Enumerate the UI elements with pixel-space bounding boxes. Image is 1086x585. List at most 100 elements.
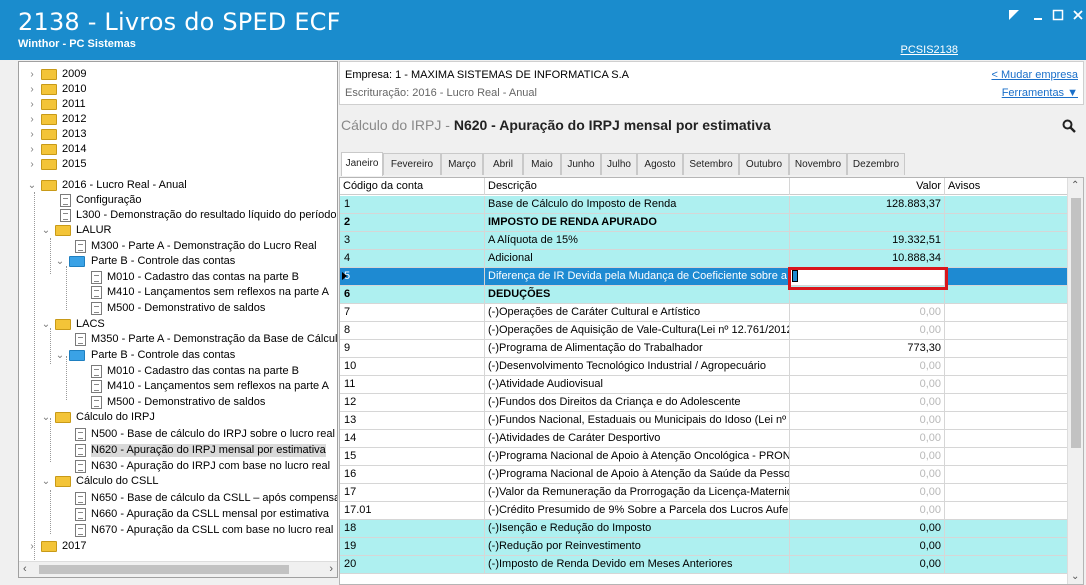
table-row[interactable]: 11 (-)Atividade Audiovisual 0,00 (340, 376, 1068, 394)
chevron-right-icon[interactable]: › (27, 158, 37, 171)
grid-vertical-scrollbar[interactable]: ⌃ ⌄ (1067, 178, 1083, 584)
cell-codigo: 12 (340, 394, 485, 412)
tab-maio[interactable]: Maio (523, 153, 561, 175)
tab-janeiro[interactable]: Janeiro (341, 152, 383, 176)
tree-item-label: 2012 (62, 113, 87, 125)
table-row[interactable]: 17 (-)Valor da Remuneração da Prorrogação… (340, 484, 1068, 502)
cell-valor[interactable]: 10.888,34 (790, 250, 945, 268)
cell-valor[interactable]: 0,00 (790, 502, 945, 520)
table-row[interactable]: 5 Diferença de IR Devida pela Mudança de … (340, 268, 1068, 286)
scroll-thumb[interactable] (39, 565, 289, 574)
tab-abril[interactable]: Abril (483, 153, 523, 175)
table-row[interactable]: 9 (-)Programa de Alimentação do Trabalhad… (340, 340, 1068, 358)
scroll-down-icon[interactable]: ⌄ (1071, 571, 1079, 582)
chevron-right-icon[interactable]: › (27, 83, 37, 96)
tree-connector (50, 328, 51, 364)
cell-valor[interactable]: 0,00 (790, 448, 945, 466)
cell-avisos (945, 556, 1068, 574)
scroll-right-icon[interactable]: › (329, 563, 333, 575)
restore-icon[interactable] (1004, 8, 1024, 26)
table-row[interactable]: 2 IMPOSTO DE RENDA APURADO (340, 214, 1068, 232)
table-row[interactable]: 3A Alíquota de 15% 19.332,51 (340, 232, 1068, 250)
scroll-thumb[interactable] (1071, 198, 1081, 448)
table-row[interactable]: 19 (-)Redução por Reinvestimento 0,00 (340, 538, 1068, 556)
cell-valor[interactable]: 0,00 (790, 304, 945, 322)
tab-julho[interactable]: Julho (601, 153, 637, 175)
cell-valor[interactable]: 0,00 (790, 358, 945, 376)
column-header-descricao[interactable]: Descrição (485, 178, 790, 195)
ferramentas-menu[interactable]: Ferramentas ▼ (1002, 87, 1078, 99)
cell-valor[interactable]: 0,00 (790, 322, 945, 340)
search-icon[interactable] (1062, 119, 1076, 133)
tab-junho[interactable]: Junho (561, 153, 601, 175)
tree-item-label: 2009 (62, 68, 87, 80)
chevron-right-icon[interactable]: › (27, 143, 37, 156)
cell-valor[interactable]: 0,00 (790, 394, 945, 412)
chevron-down-icon[interactable]: ⌄ (41, 411, 51, 424)
cell-valor[interactable]: 0,00 (790, 556, 945, 574)
table-row[interactable]: 16 (-)Programa Nacional de Apoio à Atençã… (340, 466, 1068, 484)
chevron-right-icon[interactable]: › (27, 113, 37, 126)
tree-item-label: N620 - Apuração do IRPJ mensal por estim… (91, 444, 326, 457)
column-header-codigo[interactable]: Código da conta (340, 178, 485, 195)
chevron-right-icon[interactable]: › (27, 540, 37, 553)
chevron-right-icon[interactable]: › (27, 98, 37, 111)
chevron-down-icon[interactable]: ⌄ (55, 349, 65, 362)
scroll-left-icon[interactable]: ‹ (23, 563, 27, 575)
chevron-down-icon[interactable]: ⌄ (41, 318, 51, 331)
column-header-valor[interactable]: Valor (790, 178, 945, 195)
cell-valor[interactable]: 0,00 (790, 376, 945, 394)
table-row[interactable]: 4 Adicional 10.888,34 (340, 250, 1068, 268)
cell-valor[interactable]: 0,00 (790, 412, 945, 430)
cell-avisos (945, 448, 1068, 466)
tab-marco[interactable]: Março (441, 153, 483, 175)
table-row[interactable]: 1 Base de Cálculo do Imposto de Renda 128.… (340, 196, 1068, 214)
user-link[interactable]: PCSIS2138 (901, 44, 958, 56)
folder-icon (69, 350, 85, 361)
chevron-down-icon[interactable]: ⌄ (55, 255, 65, 268)
table-row[interactable]: 14 (-)Atividades de Caráter Desportivo 0,0… (340, 430, 1068, 448)
tab-novembro[interactable]: Novembro (789, 153, 847, 175)
tab-dezembro[interactable]: Dezembro (847, 153, 905, 175)
table-row[interactable]: 13 (-)Fundos Nacional, Estaduais ou Munic… (340, 412, 1068, 430)
cell-valor[interactable]: 0,00 (790, 430, 945, 448)
tree-horizontal-scrollbar[interactable]: ‹ › (19, 561, 337, 577)
mudar-empresa-link[interactable]: < Mudar empresa (991, 69, 1078, 81)
scroll-up-icon[interactable]: ⌃ (1071, 180, 1079, 191)
table-row[interactable]: 17.01 (-)Crédito Presumido de 9% Sobre a … (340, 502, 1068, 520)
tree-connector (66, 356, 67, 400)
chevron-down-icon[interactable]: ⌄ (41, 224, 51, 237)
cell-valor[interactable]: 773,30 (790, 340, 945, 358)
chevron-down-icon[interactable]: ⌄ (27, 179, 37, 192)
tab-outubro[interactable]: Outubro (739, 153, 789, 175)
maximize-icon[interactable] (1048, 8, 1068, 26)
maximize-glyph (1052, 9, 1064, 21)
table-row[interactable]: 8 (-)Operações de Aquisição de Vale-Cultu… (340, 322, 1068, 340)
minimize-icon[interactable] (1028, 8, 1048, 26)
column-header-avisos[interactable]: Avisos (945, 178, 1068, 195)
close-icon[interactable] (1068, 8, 1086, 26)
table-row[interactable]: 6 DEDUÇÕES (340, 286, 1068, 304)
tab-fevereiro[interactable]: Fevereiro (383, 153, 441, 175)
table-row[interactable]: 10 (-)Desenvolvimento Tecnológico Industr… (340, 358, 1068, 376)
table-row[interactable]: 12 (-)Fundos dos Direitos da Criança e do… (340, 394, 1068, 412)
tab-setembro[interactable]: Setembro (683, 153, 739, 175)
cell-valor[interactable]: 0,00 (790, 466, 945, 484)
table-row[interactable]: 20 (-)Imposto de Renda Devido em Meses An… (340, 556, 1068, 574)
table-row[interactable]: 7 (-)Operações de Caráter Cultural e Artí… (340, 304, 1068, 322)
document-icon (75, 460, 86, 473)
chevron-down-icon[interactable]: ⌄ (41, 475, 51, 488)
tree-item-label: N670 - Apuração da CSLL com base no lucr… (91, 524, 334, 536)
cell-valor[interactable]: 0,00 (790, 538, 945, 556)
cell-valor[interactable]: 0,00 (790, 484, 945, 502)
chevron-right-icon[interactable]: › (27, 128, 37, 141)
cell-valor[interactable] (790, 214, 945, 232)
cell-valor[interactable]: 128.883,37 (790, 196, 945, 214)
table-row[interactable]: 18 (-)Isenção e Redução do Imposto 0,00 (340, 520, 1068, 538)
cell-valor[interactable]: 19.332,51 (790, 232, 945, 250)
table-row[interactable]: 15 (-)Programa Nacional de Apoio à Atençã… (340, 448, 1068, 466)
document-icon (75, 508, 86, 521)
tab-agosto[interactable]: Agosto (637, 153, 683, 175)
cell-valor[interactable]: 0,00 (790, 520, 945, 538)
chevron-right-icon[interactable]: › (27, 68, 37, 81)
